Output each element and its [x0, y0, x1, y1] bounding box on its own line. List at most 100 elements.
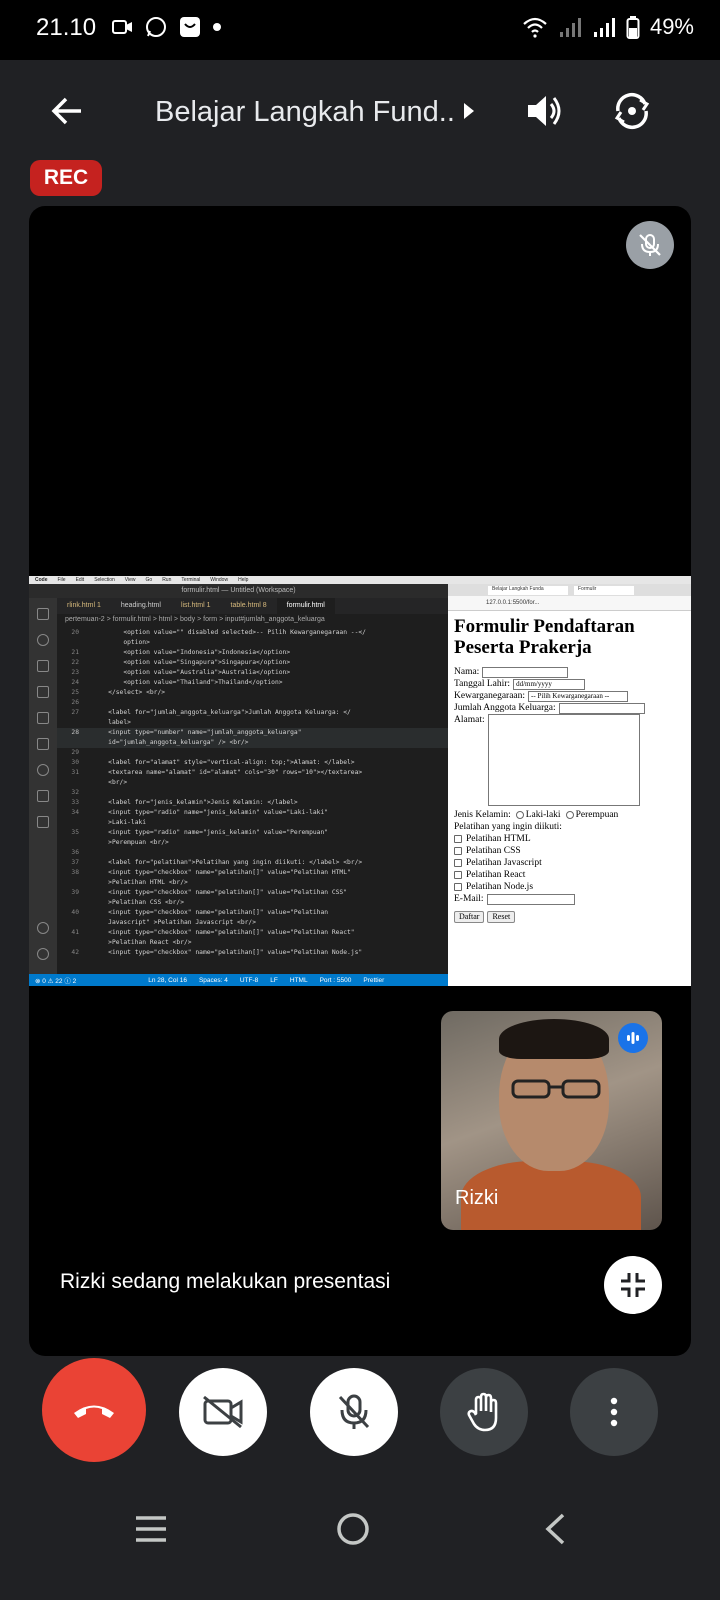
checkbox-react[interactable]	[454, 871, 462, 879]
participant-tile[interactable]: Rizki	[441, 1011, 662, 1230]
daftar-button[interactable]: Daftar	[454, 911, 485, 923]
mac-menu-item: View	[124, 577, 136, 583]
editor-tab-active[interactable]: formulir.html	[276, 598, 335, 614]
reset-button[interactable]: Reset	[487, 911, 516, 923]
checkbox-row: Pelatihan React	[454, 869, 689, 881]
checkbox-javascript[interactable]	[454, 859, 462, 867]
back-arrow-icon[interactable]	[50, 94, 84, 128]
nama-label: Nama:	[454, 667, 480, 677]
meeting-title[interactable]: Belajar Langkah Fund...	[155, 96, 455, 129]
code-editor[interactable]: 20 <option value="" disabled selected>--…	[57, 628, 448, 974]
live-server-port[interactable]: Port : 5500	[320, 977, 352, 984]
browser-tab[interactable]: Belajar Langkah Funda	[488, 586, 568, 595]
code-text: <textarea name="alamat" id="alamat" cols…	[93, 769, 363, 776]
code-line[interactable]: 31 <textarea name="alamat" id="alamat" c…	[57, 768, 448, 778]
checkbox-css[interactable]	[454, 847, 462, 855]
code-line[interactable]: 24 <option value="Thailand">Thailand</op…	[57, 678, 448, 688]
code-line[interactable]: 21 <option value="Indonesia">Indonesia</…	[57, 648, 448, 658]
code-line[interactable]: 39 <input type="checkbox" name="pelatiha…	[57, 888, 448, 898]
code-line[interactable]: 27 <label for="jumlah_anggota_keluarga">…	[57, 708, 448, 718]
cursor-position[interactable]: Ln 28, Col 16	[148, 977, 187, 984]
code-line[interactable]: >Pelatihan React <br/>	[57, 938, 448, 948]
checkbox-nodejs[interactable]	[454, 883, 462, 891]
code-line[interactable]: id="jumlah_anggota_keluarga" /> <br/>	[57, 738, 448, 748]
code-line[interactable]: 37 <label for="pelatihan">Pelatihan yang…	[57, 858, 448, 868]
minimize-presentation-button[interactable]	[604, 1256, 662, 1314]
line-number: 38	[71, 869, 79, 876]
jumlah-input[interactable]	[558, 702, 645, 714]
code-line[interactable]: option>	[57, 638, 448, 648]
line-number: 34	[71, 809, 79, 816]
code-line[interactable]: 36	[57, 848, 448, 858]
url-text[interactable]: 127.0.0.1:5500/for...	[486, 600, 539, 606]
radio-perempuan[interactable]	[565, 811, 574, 819]
code-text: <option value="Australia">Australia</opt…	[93, 669, 291, 676]
remote-icon	[37, 712, 49, 724]
code-line[interactable]: 30 <label for="alamat" style="vertical-a…	[57, 758, 448, 768]
code-line[interactable]: 28 <input type="number" name="jumlah_ang…	[57, 728, 448, 738]
home-icon[interactable]	[336, 1512, 370, 1546]
code-line[interactable]: 32	[57, 788, 448, 798]
nama-input[interactable]	[482, 666, 569, 678]
switch-camera-icon[interactable]	[612, 92, 652, 130]
kewarganegaraan-select[interactable]: -- Pilih Kewarganegaraan --	[528, 690, 629, 702]
code-line[interactable]: 35 <input type="radio" name="jenis_kelam…	[57, 828, 448, 838]
code-line[interactable]: 33 <label for="jenis_kelamin">Jenis Kela…	[57, 798, 448, 808]
code-line[interactable]: >Laki-laki	[57, 818, 448, 828]
code-line[interactable]: 40 <input type="checkbox" name="pelatiha…	[57, 908, 448, 918]
code-line[interactable]: >Pelatihan HTML <br/>	[57, 878, 448, 888]
eol[interactable]: LF	[270, 977, 278, 984]
participant-hair	[499, 1019, 609, 1059]
settings-gear-icon	[37, 948, 49, 960]
nav-back-icon[interactable]	[544, 1513, 566, 1545]
mac-menu-item: Window	[210, 577, 229, 583]
code-line[interactable]: 42 <input type="checkbox" name="pelatiha…	[57, 948, 448, 958]
code-line[interactable]: 41 <input type="checkbox" name="pelatiha…	[57, 928, 448, 938]
code-line[interactable]: 38 <input type="checkbox" name="pelatiha…	[57, 868, 448, 878]
code-line[interactable]: label>	[57, 718, 448, 728]
expand-title-arrow-icon[interactable]	[463, 102, 475, 120]
code-line[interactable]: <br/>	[57, 778, 448, 788]
buttons-row: Daftar Reset	[454, 911, 689, 923]
code-line[interactable]: 26	[57, 698, 448, 708]
email-input[interactable]	[486, 893, 575, 905]
code-line[interactable]: >Pelatihan CSS <br/>	[57, 898, 448, 908]
indent-setting[interactable]: Spaces: 4	[199, 977, 228, 984]
code-line[interactable]: 23 <option value="Australia">Australia</…	[57, 668, 448, 678]
code-line[interactable]: 20 <option value="" disabled selected>--…	[57, 628, 448, 638]
problems-count[interactable]: ⊗ 0 ⚠ 22 ⓘ 2	[35, 975, 76, 985]
nama-row: Nama:	[454, 666, 689, 678]
mac-menu-item: Terminal	[181, 577, 201, 583]
recent-apps-icon[interactable]	[134, 1514, 168, 1544]
run-debug-icon	[37, 686, 49, 698]
breadcrumb[interactable]: pertemuan-2 > formulir.html > html > bod…	[57, 614, 448, 626]
address-bar[interactable]: 127.0.0.1:5500/for...	[448, 596, 691, 611]
language-mode[interactable]: HTML	[290, 977, 308, 984]
editor-tab[interactable]: list.html 1	[171, 598, 221, 614]
formatter[interactable]: Prettier	[363, 977, 384, 984]
camera-toggle-button[interactable]	[179, 1368, 267, 1456]
raise-hand-button[interactable]	[440, 1368, 528, 1456]
editor-tab[interactable]: rlink.html 1	[57, 598, 111, 614]
live-share-icon	[37, 764, 49, 776]
code-line[interactable]: 34 <input type="radio" name="jenis_kelam…	[57, 808, 448, 818]
radio-laki[interactable]	[515, 811, 524, 819]
code-line[interactable]: 25 </select> <br/>	[57, 688, 448, 698]
end-call-button[interactable]	[42, 1358, 146, 1462]
alamat-textarea[interactable]	[487, 714, 640, 806]
mac-menu-item: Code	[35, 577, 48, 583]
editor-tab[interactable]: table.html 8	[221, 598, 277, 614]
tanggal-input[interactable]: dd/mm/yyyy	[513, 678, 586, 690]
checkbox-html[interactable]	[454, 835, 462, 843]
speaker-icon[interactable]	[524, 91, 564, 131]
editor-tab[interactable]: heading.html	[111, 598, 171, 614]
more-options-button[interactable]	[570, 1368, 658, 1456]
browser-tab[interactable]: Formulir	[574, 586, 634, 595]
code-line[interactable]: 29	[57, 748, 448, 758]
code-line[interactable]: 22 <option value="Singapura">Singapura</…	[57, 658, 448, 668]
line-number: 25	[71, 689, 79, 696]
mic-toggle-button[interactable]	[310, 1368, 398, 1456]
code-line[interactable]: >Perempuan <br/>	[57, 838, 448, 848]
code-line[interactable]: Javascript" >Pelatihan Javascript <br/>	[57, 918, 448, 928]
encoding[interactable]: UTF-8	[240, 977, 258, 984]
